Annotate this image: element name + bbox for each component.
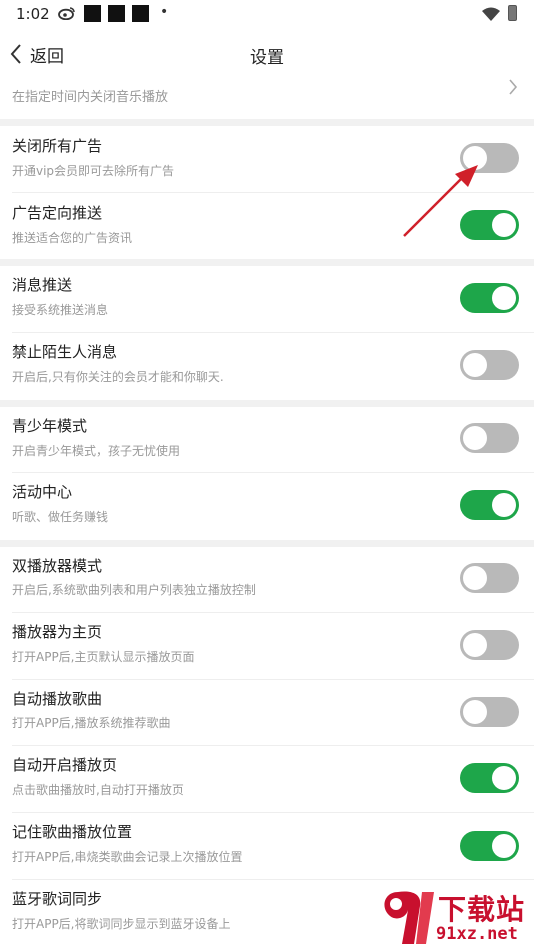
- section-separator: [0, 540, 534, 547]
- section-separator: [0, 400, 534, 407]
- setting-remember-position: 记住歌曲播放位置 打开APP后,串烧类歌曲会记录上次播放位置: [0, 813, 534, 880]
- setting-subtitle: 开启后,只有你关注的会员才能和你聊天.: [12, 370, 224, 384]
- setting-subtitle: 听歌、做任务赚钱: [12, 510, 109, 524]
- setting-targeted-ads: 广告定向推送 推送适合您的广告资讯: [0, 193, 534, 259]
- setting-subtitle: 开启后,系统歌曲列表和用户列表独立播放控制: [12, 583, 256, 597]
- status-time: 1:02: [16, 5, 50, 23]
- dual-player-toggle[interactable]: [460, 563, 519, 593]
- watermark-url: 91xz.net: [436, 924, 518, 944]
- watermark: 下载站 91xz.net: [378, 886, 534, 950]
- notification-icon: [84, 5, 101, 22]
- setting-subtitle: 打开APP后,主页默认显示播放页面: [12, 650, 195, 664]
- page-title: 设置: [250, 48, 284, 68]
- setting-message-push: 消息推送 接受系统推送消息: [0, 266, 534, 333]
- setting-subtitle: 接受系统推送消息: [12, 303, 109, 317]
- activity-center-toggle[interactable]: [460, 490, 519, 520]
- toggle-knob: [492, 286, 516, 310]
- watermark-brand: 下载站: [438, 893, 526, 926]
- watermark-logo-icon: [384, 891, 434, 944]
- autoplay-toggle[interactable]: [460, 697, 519, 727]
- toggle-knob: [492, 834, 516, 858]
- wifi-icon: [482, 6, 500, 25]
- more-notifications-icon: •: [160, 4, 169, 20]
- teen-mode-toggle[interactable]: [460, 423, 519, 453]
- setting-title: 禁止陌生人消息: [12, 343, 118, 361]
- notification-icon: [132, 5, 149, 22]
- setting-autoplay: 自动播放歌曲 打开APP后,播放系统推荐歌曲: [0, 680, 534, 746]
- setting-title: 蓝牙歌词同步: [12, 890, 103, 908]
- auto-open-player-toggle[interactable]: [460, 763, 519, 793]
- setting-subtitle: 开通vip会员即可去除所有广告: [12, 164, 175, 178]
- setting-subtitle: 推送适合您的广告资讯: [12, 231, 133, 245]
- close-ads-toggle[interactable]: [460, 143, 519, 173]
- setting-title: 活动中心: [12, 483, 73, 501]
- setting-teen-mode: 青少年模式 开启青少年模式，孩子无忧使用: [0, 407, 534, 473]
- setting-title: 双播放器模式: [12, 557, 103, 575]
- setting-player-as-home: 播放器为主页 打开APP后,主页默认显示播放页面: [0, 613, 534, 680]
- toggle-knob: [492, 493, 516, 517]
- toggle-knob: [463, 426, 487, 450]
- setting-title: 广告定向推送: [12, 204, 103, 222]
- toggle-knob: [492, 766, 516, 790]
- toggle-knob: [463, 633, 487, 657]
- section-separator: [0, 119, 534, 126]
- setting-close-all-ads: 关闭所有广告 开通vip会员即可去除所有广告: [0, 126, 534, 193]
- setting-title: 自动播放歌曲: [12, 690, 103, 708]
- chevron-right-icon: [508, 78, 518, 100]
- setting-title: 记住歌曲播放位置: [12, 823, 133, 841]
- setting-subtitle: 开启青少年模式，孩子无忧使用: [12, 444, 181, 458]
- setting-subtitle: 打开APP后,串烧类歌曲会记录上次播放位置: [12, 850, 243, 864]
- setting-dual-player: 双播放器模式 开启后,系统歌曲列表和用户列表独立播放控制: [0, 547, 534, 613]
- toggle-knob: [463, 566, 487, 590]
- weibo-icon: [58, 6, 76, 24]
- setting-title: 自动开启播放页: [12, 756, 118, 774]
- setting-auto-open-player: 自动开启播放页 点击歌曲播放时,自动打开播放页: [0, 746, 534, 813]
- setting-activity-center: 活动中心 听歌、做任务赚钱: [0, 473, 534, 540]
- toggle-knob: [463, 353, 487, 377]
- setting-subtitle: 打开APP后,播放系统推荐歌曲: [12, 716, 171, 730]
- message-push-toggle[interactable]: [460, 283, 519, 313]
- timer-close-row[interactable]: 在指定时间内关闭音乐播放: [0, 78, 534, 118]
- setting-subtitle: 点击歌曲播放时,自动打开播放页: [12, 783, 184, 797]
- toggle-knob: [463, 146, 487, 170]
- setting-subtitle: 打开APP后,将歌词同步显示到蓝牙设备上: [12, 917, 231, 931]
- setting-title: 青少年模式: [12, 417, 88, 435]
- toggle-knob: [492, 213, 516, 237]
- status-bar: 1:02 •: [0, 0, 534, 30]
- battery-icon: [508, 5, 517, 21]
- section-separator: [0, 259, 534, 266]
- setting-title: 播放器为主页: [12, 623, 103, 641]
- player-as-home-toggle[interactable]: [460, 630, 519, 660]
- setting-title: 消息推送: [12, 276, 73, 294]
- remember-position-toggle[interactable]: [460, 831, 519, 861]
- nav-bar: 返回 设置: [0, 30, 534, 78]
- row-subtitle: 在指定时间内关闭音乐播放: [12, 90, 169, 105]
- notification-icon: [108, 5, 125, 22]
- targeted-ads-toggle[interactable]: [460, 210, 519, 240]
- setting-block-strangers: 禁止陌生人消息 开启后,只有你关注的会员才能和你聊天.: [0, 333, 534, 400]
- setting-title: 关闭所有广告: [12, 137, 103, 155]
- block-strangers-toggle[interactable]: [460, 350, 519, 380]
- toggle-knob: [463, 700, 487, 724]
